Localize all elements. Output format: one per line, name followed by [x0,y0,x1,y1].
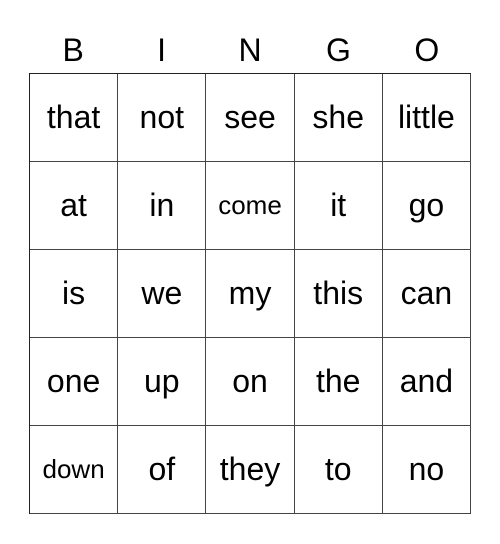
bingo-cell[interactable]: at [30,162,119,250]
bingo-cell[interactable]: this [294,250,383,338]
bingo-cell[interactable]: it [294,162,383,250]
bingo-cell[interactable]: that [30,74,119,162]
bingo-cell[interactable]: in [118,162,207,250]
header-letter: G [325,32,351,68]
bingo-cell[interactable]: up [118,338,207,426]
header-letter: B [62,32,84,68]
header-letter: O [414,32,440,68]
bingo-cell[interactable]: we [118,250,207,338]
bingo-cell[interactable]: not [118,74,207,162]
bingo-cell[interactable]: to [294,426,383,514]
bingo-header: B I N G O [29,28,471,72]
bingo-cell[interactable]: go [382,162,471,250]
bingo-grid: that not see she little at in come it go… [29,73,471,514]
bingo-cell[interactable]: on [206,338,295,426]
bingo-cell[interactable]: they [206,426,295,514]
header-letter: N [238,32,262,68]
bingo-cell[interactable]: and [382,338,471,426]
bingo-cell[interactable]: one [30,338,119,426]
bingo-cell[interactable]: no [382,426,471,514]
bingo-cell[interactable]: is [30,250,119,338]
bingo-cell[interactable]: can [382,250,471,338]
bingo-cell[interactable]: little [382,74,471,162]
bingo-cell[interactable]: of [118,426,207,514]
bingo-cell[interactable]: come [206,162,295,250]
bingo-cell[interactable]: the [294,338,383,426]
bingo-cell[interactable]: my [206,250,295,338]
bingo-cell[interactable]: down [30,426,119,514]
header-letter: I [157,32,167,68]
bingo-cell[interactable]: she [294,74,383,162]
bingo-cell[interactable]: see [206,74,295,162]
